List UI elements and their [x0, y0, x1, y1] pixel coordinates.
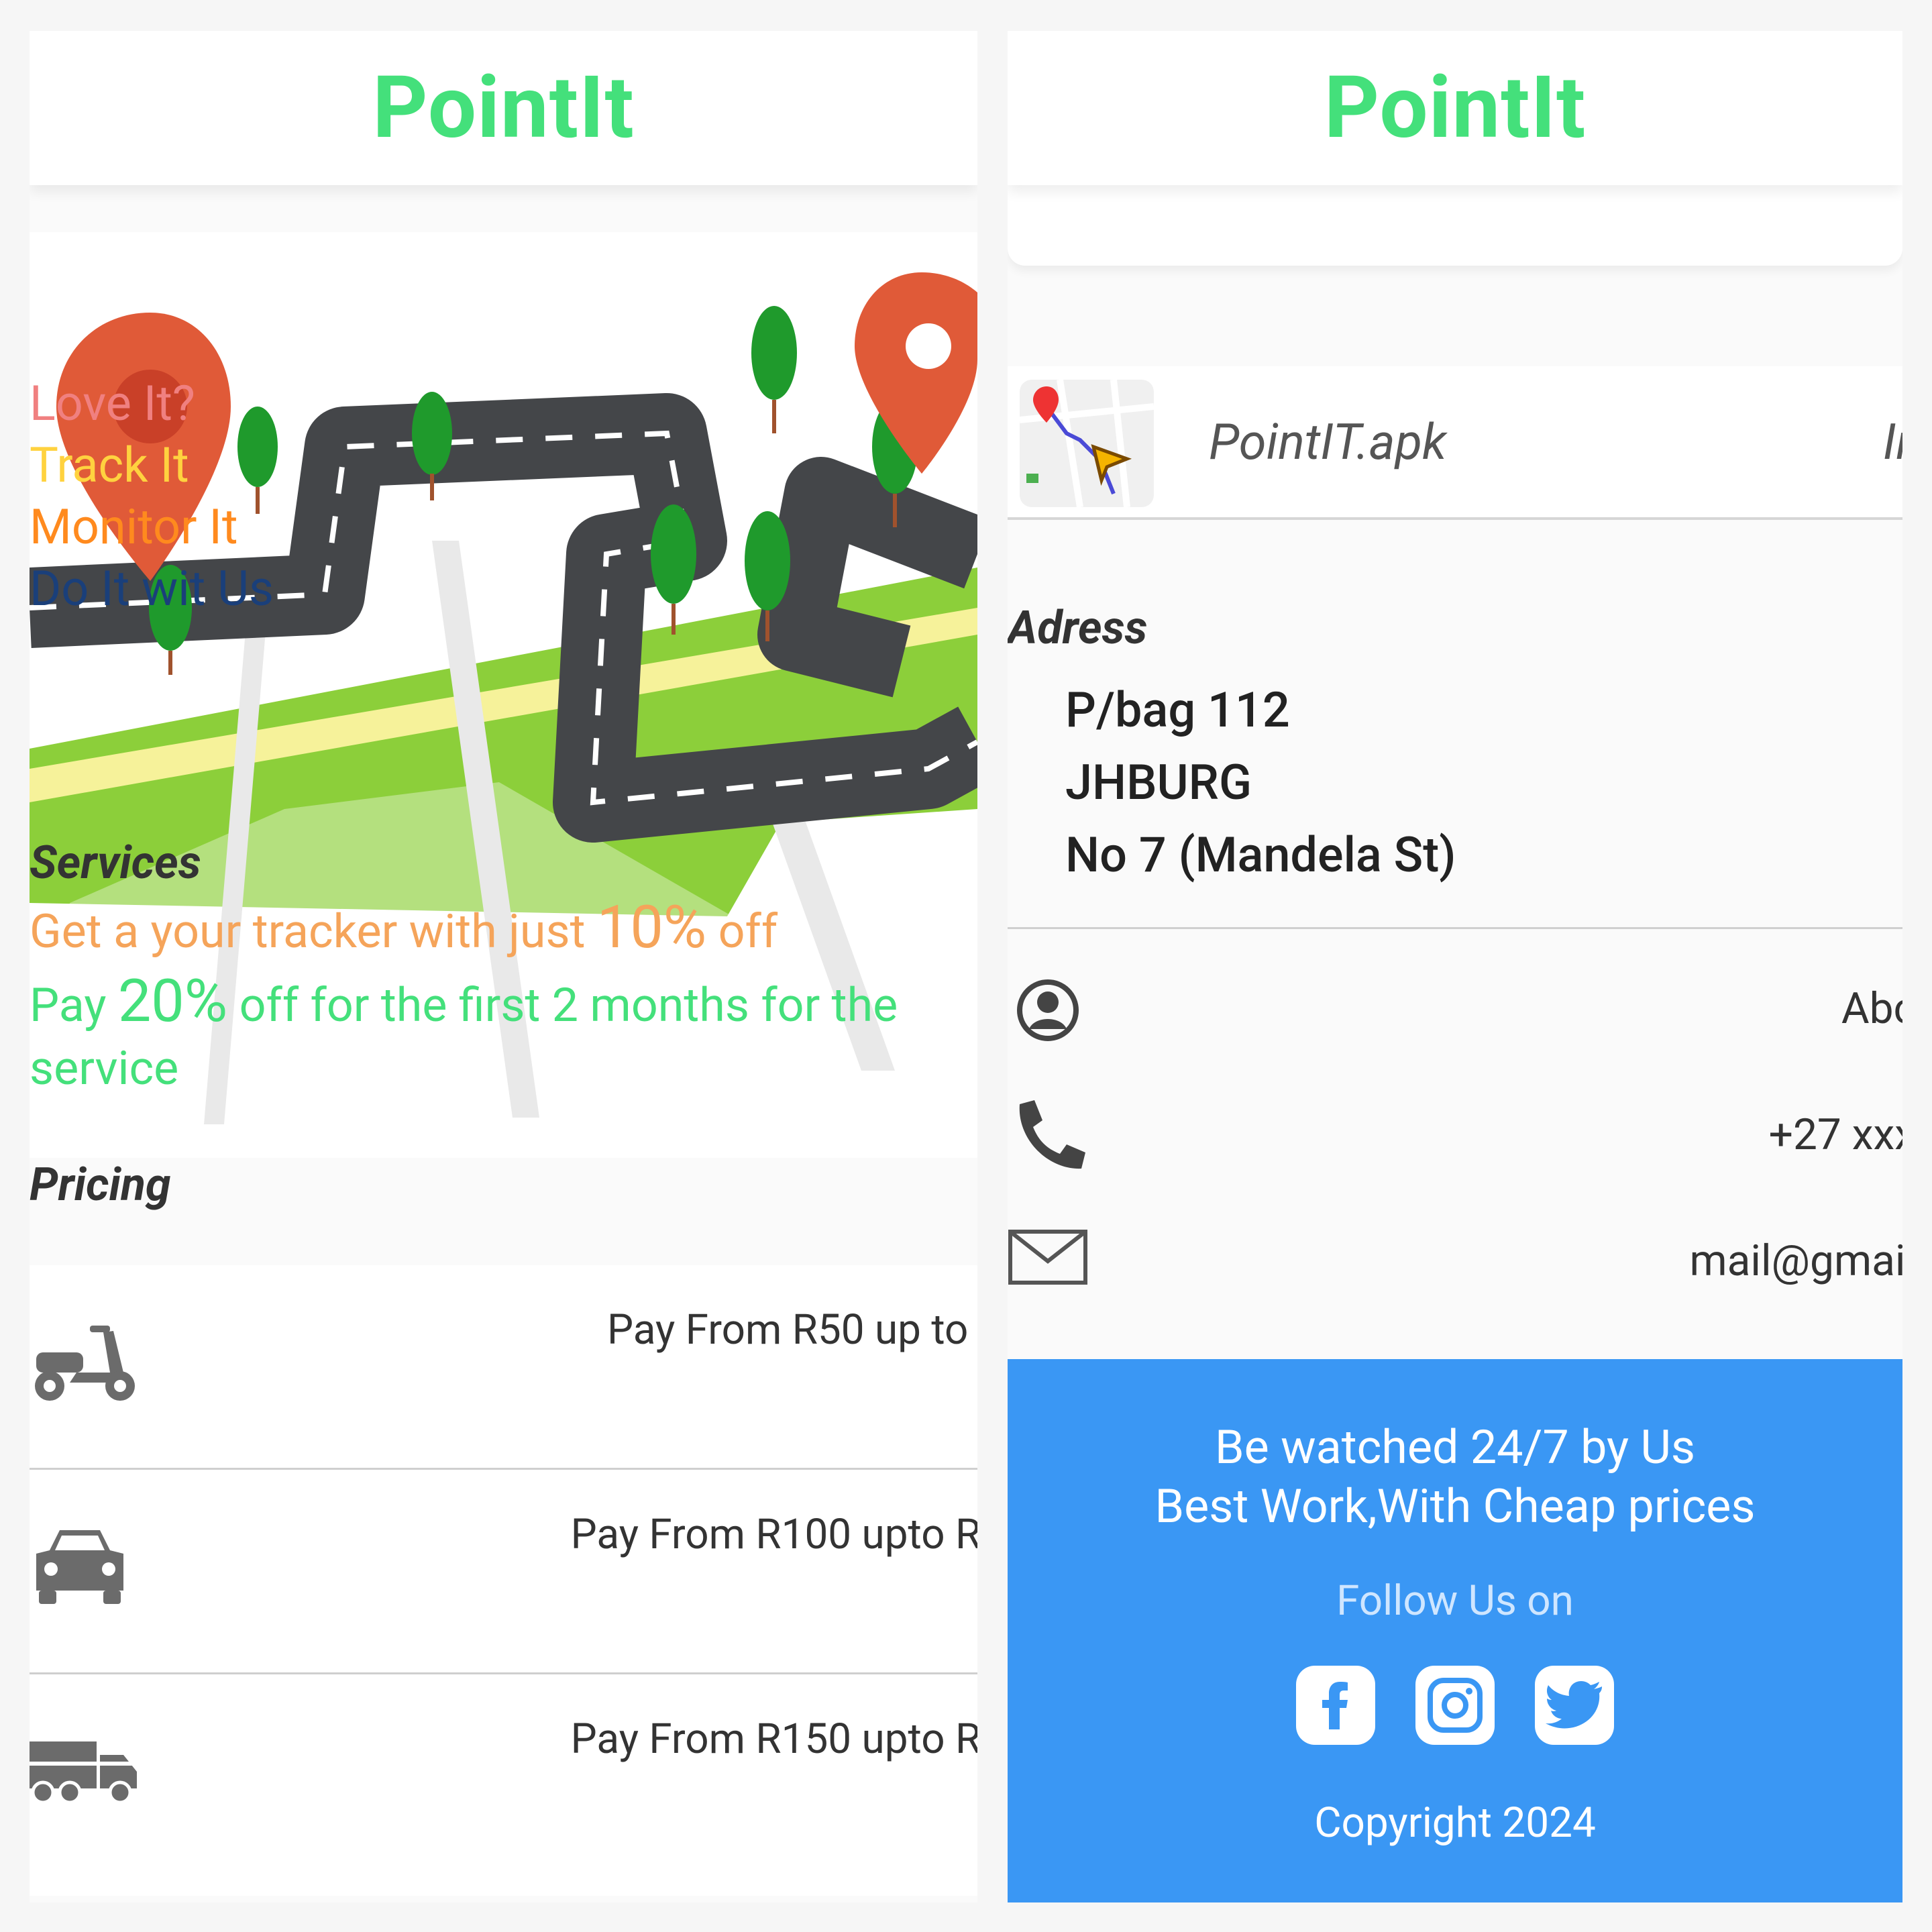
pricing-row-truck[interactable]: Pay From R150 upto R3: [30, 1674, 977, 1896]
facebook-icon[interactable]: [1296, 1666, 1375, 1745]
right-screen: PointIt PointIT.apk In Adress P/bag 112 …: [1008, 31, 1902, 1902]
footer: Be watched 24/7 by Us Best Work,With Che…: [1008, 1359, 1902, 1902]
services-title: Services: [30, 836, 201, 890]
offer-tracker-prefix: Get a your tracker with just: [30, 904, 597, 959]
scooter-icon: [35, 1326, 135, 1401]
brand-logo: PointIt: [1324, 58, 1587, 158]
offer-service-percent: 20%: [117, 967, 228, 1036]
price-scooter: Pay From R50 up to R: [606, 1305, 977, 1354]
offer-service: Pay 20% off for the first 2 months for t…: [30, 970, 977, 1100]
truck-icon: [30, 1741, 137, 1805]
tagline-track: Track It: [30, 437, 189, 494]
contact-email[interactable]: mail@gmail: [1689, 1236, 1902, 1286]
pricing-list: Pay From R50 up to R Pay From R100 upto …: [30, 1265, 977, 1896]
follow-us-label: Follow Us on: [1336, 1576, 1574, 1625]
address-line-1: P/bag 112: [1065, 682, 1290, 739]
offer-tracker-percent: 10%: [596, 893, 707, 962]
apk-download-row[interactable]: PointIT.apk In: [1008, 366, 1902, 520]
install-button[interactable]: In: [1883, 413, 1902, 472]
tagline-do: Do It wit Us: [30, 560, 274, 617]
contact-row-phone: +27 xxx: [1008, 1096, 1902, 1203]
contact-name: Abc: [1841, 983, 1902, 1034]
address-line-2: JHBURG: [1065, 754, 1252, 811]
offer-service-prefix: Pay: [30, 978, 118, 1033]
footer-slogan-2: Best Work,With Cheap prices: [1155, 1479, 1756, 1534]
twitter-icon[interactable]: [1535, 1666, 1614, 1745]
contact-phone[interactable]: +27 xxx: [1769, 1110, 1902, 1160]
address-title: Adress: [1008, 601, 1148, 655]
price-car: Pay From R100 upto R2: [570, 1510, 977, 1559]
divider: [1008, 927, 1902, 929]
pricing-title: Pricing: [30, 1158, 171, 1212]
pricing-row-car[interactable]: Pay From R100 upto R2: [30, 1470, 977, 1674]
phone-icon: [1019, 1100, 1085, 1169]
apk-filename: PointIT.apk: [1209, 413, 1447, 472]
user-icon: [1017, 979, 1079, 1041]
offer-tracker: Get a your tracker with just 10% off: [30, 896, 777, 963]
address-line-3: No 7 (Mandela St): [1065, 826, 1456, 883]
contact-row-email: mail@gmail: [1008, 1222, 1902, 1330]
left-screen: PointIt Love It? Track It Monitor It Do …: [30, 31, 977, 1902]
instagram-icon[interactable]: [1415, 1666, 1495, 1745]
footer-slogan-1: Be watched 24/7 by Us: [1214, 1420, 1696, 1475]
brand-logo: PointIt: [372, 58, 635, 158]
car-icon: [36, 1530, 123, 1604]
app-header: PointIt: [30, 31, 977, 185]
tagline-love: Love It?: [30, 375, 195, 432]
contact-row-name: Abc: [1008, 970, 1902, 1077]
price-truck: Pay From R150 upto R3: [570, 1715, 977, 1764]
map-navigation-icon: [1020, 380, 1154, 507]
copyright: Copyright 2024: [1314, 1799, 1596, 1847]
pricing-row-scooter[interactable]: Pay From R50 up to R: [30, 1265, 977, 1470]
app-header: PointIt: [1008, 31, 1902, 185]
tagline-monitor: Monitor It: [30, 498, 238, 555]
offer-tracker-suffix: off: [706, 904, 778, 959]
mail-icon: [1008, 1230, 1087, 1285]
social-links: [1008, 1666, 1902, 1745]
header-strip: [1008, 185, 1902, 266]
